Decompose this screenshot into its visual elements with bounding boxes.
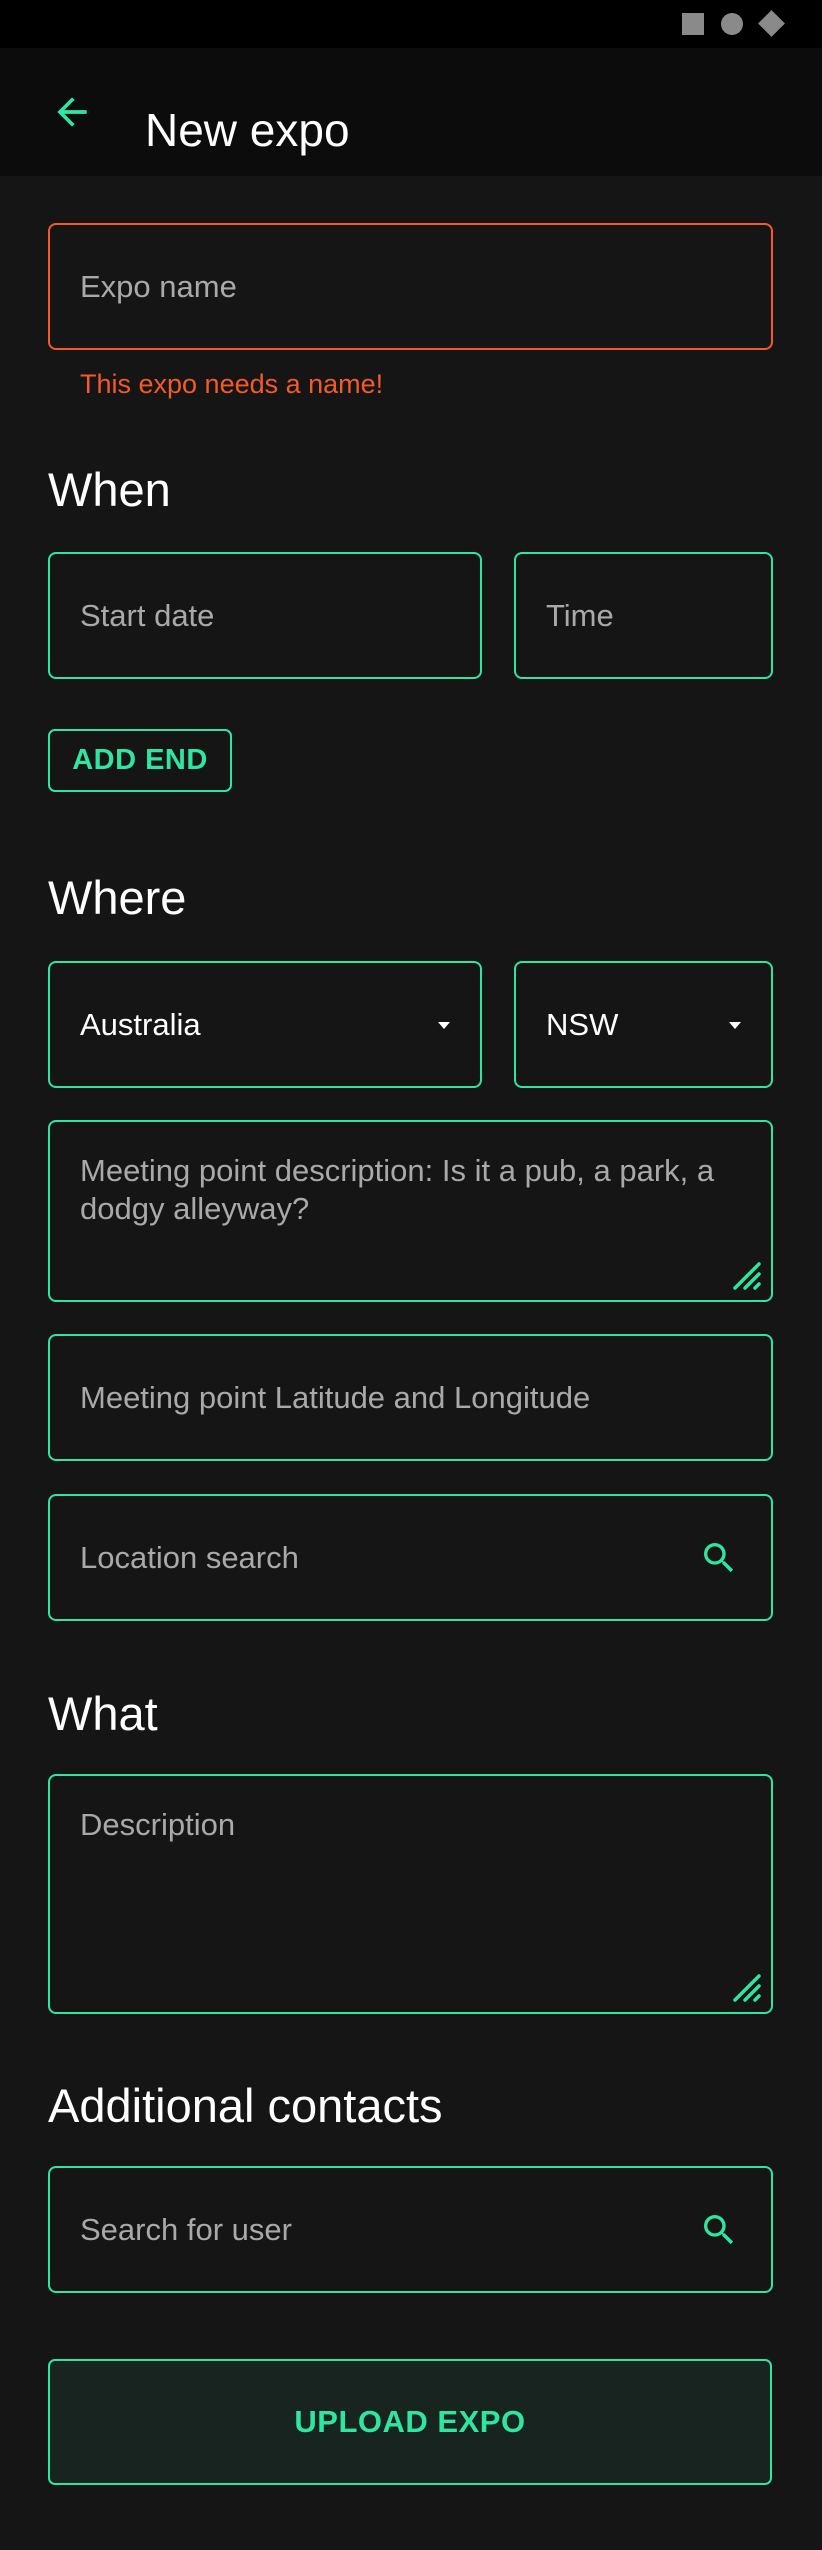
circle-icon bbox=[721, 13, 743, 35]
meeting-point-textarea[interactable] bbox=[50, 1122, 771, 1300]
what-heading: What bbox=[48, 1687, 158, 1740]
where-heading: Where bbox=[48, 871, 187, 924]
state-select[interactable]: NSW bbox=[514, 961, 773, 1088]
location-search-field[interactable] bbox=[48, 1494, 773, 1621]
page-title: New expo bbox=[145, 104, 350, 156]
square-icon bbox=[682, 13, 704, 35]
when-heading: When bbox=[48, 463, 171, 516]
country-value: Australia bbox=[80, 1006, 201, 1042]
dropdown-arrow-icon bbox=[438, 1021, 450, 1029]
add-end-button[interactable]: ADD END bbox=[48, 729, 232, 792]
state-value: NSW bbox=[546, 1006, 619, 1042]
dropdown-arrow-icon bbox=[729, 1021, 741, 1029]
time-input[interactable] bbox=[516, 554, 771, 677]
meeting-point-field[interactable] bbox=[48, 1120, 773, 1302]
expo-name-field[interactable] bbox=[48, 223, 773, 350]
expo-name-error: This expo needs a name! bbox=[80, 369, 384, 399]
location-search-input[interactable] bbox=[50, 1496, 771, 1619]
additional-contacts-heading: Additional contacts bbox=[48, 2079, 443, 2132]
user-search-field[interactable] bbox=[48, 2166, 773, 2293]
search-icon[interactable] bbox=[699, 2210, 739, 2250]
status-bar bbox=[0, 0, 822, 48]
resize-handle-icon[interactable] bbox=[731, 1260, 765, 1294]
lat-lng-field[interactable] bbox=[48, 1334, 773, 1461]
expo-name-input[interactable] bbox=[50, 225, 771, 348]
upload-expo-button[interactable]: UPLOAD EXPO bbox=[48, 2359, 772, 2485]
user-search-input[interactable] bbox=[50, 2168, 771, 2291]
lat-lng-input[interactable] bbox=[50, 1336, 771, 1459]
back-arrow-icon[interactable] bbox=[50, 90, 94, 134]
resize-handle-icon[interactable] bbox=[731, 1972, 765, 2006]
time-field[interactable] bbox=[514, 552, 773, 679]
start-date-field[interactable] bbox=[48, 552, 482, 679]
description-field[interactable] bbox=[48, 1774, 773, 2014]
app-bar: New expo bbox=[0, 48, 822, 176]
diamond-icon bbox=[758, 10, 785, 37]
country-select[interactable]: Australia bbox=[48, 961, 482, 1088]
description-textarea[interactable] bbox=[50, 1776, 771, 2012]
start-date-input[interactable] bbox=[50, 554, 480, 677]
search-icon[interactable] bbox=[699, 1538, 739, 1578]
